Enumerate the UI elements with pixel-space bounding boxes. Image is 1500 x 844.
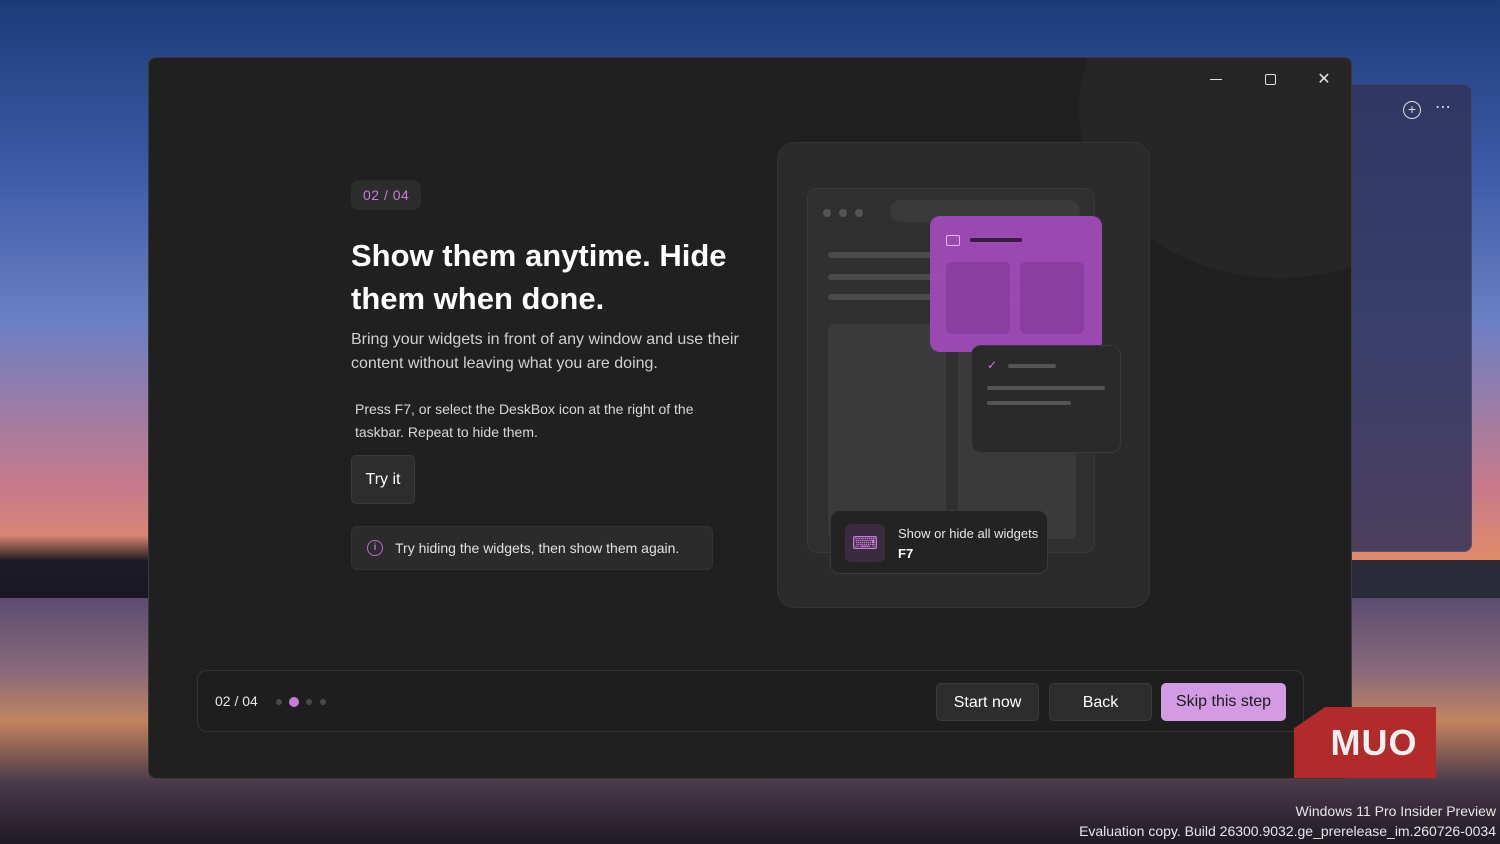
os-watermark: Windows 11 Pro Insider Preview Evaluatio… — [1079, 801, 1496, 841]
background-skyline-right — [1350, 560, 1500, 600]
more-icon[interactable]: ⋯ — [1435, 97, 1452, 117]
onboarding-window: ✕ 02 / 04 Show them anytime. Hide them w… — [148, 57, 1352, 779]
widget-tile — [1020, 262, 1084, 334]
background-skyline — [0, 535, 150, 600]
browser-dot — [855, 209, 863, 217]
info-text: Try hiding the widgets, then show them a… — [395, 540, 680, 556]
watermark-line-2: Evaluation copy. Build 26300.9032.ge_pre… — [1079, 823, 1496, 839]
browser-dot — [823, 209, 831, 217]
widget-line — [987, 386, 1105, 390]
muo-logo: MUO — [1294, 707, 1436, 778]
maximize-button[interactable] — [1247, 64, 1293, 96]
close-icon: ✕ — [1317, 71, 1331, 88]
minimize-icon — [1210, 79, 1222, 81]
folder-icon — [946, 235, 960, 246]
add-icon[interactable]: + — [1403, 101, 1421, 119]
widget-line — [1008, 364, 1056, 368]
shortcut-card: ⌨ Show or hide all widgets F7 — [830, 510, 1048, 574]
browser-content-block — [828, 324, 946, 539]
pager-dot[interactable] — [320, 699, 326, 705]
illustration-widget-purple — [930, 216, 1102, 352]
illustration: ✓ ⌨ Show or hide all widgets F7 — [777, 142, 1150, 608]
minimize-button[interactable] — [1193, 64, 1239, 96]
watermark-line-1: Windows 11 Pro Insider Preview — [1295, 803, 1496, 819]
widget-line — [987, 401, 1071, 405]
close-button[interactable]: ✕ — [1301, 64, 1347, 96]
keyboard-icon: ⌨ — [845, 524, 885, 562]
start-now-button[interactable]: Start now — [936, 683, 1039, 721]
check-icon: ✓ — [987, 358, 998, 372]
try-it-button[interactable]: Try it — [351, 455, 415, 504]
pager-dot-active[interactable] — [289, 697, 299, 707]
shortcut-label: Show or hide all widgets — [898, 526, 1038, 541]
maximize-icon — [1264, 74, 1276, 86]
widget-tile — [946, 262, 1010, 334]
page-title: Show them anytime. Hide them when done. — [351, 238, 727, 316]
browser-dot — [839, 209, 847, 217]
step-badge: 02 / 04 — [351, 180, 422, 210]
info-icon: i — [367, 540, 383, 556]
back-button[interactable]: Back — [1049, 683, 1152, 721]
skip-step-button[interactable]: Skip this step — [1161, 683, 1286, 721]
footer-bar: 02 / 04 Start now Back Skip this step — [197, 670, 1304, 732]
illustration-widget-dark: ✓ — [971, 345, 1121, 453]
shortcut-key: F7 — [898, 546, 914, 561]
pager-dot[interactable] — [276, 699, 282, 705]
description: Bring your widgets in front of any windo… — [351, 331, 739, 372]
instruction-text: Press F7, or select the DeskBox icon at … — [355, 401, 694, 440]
widget-title-line — [970, 238, 1022, 242]
step-counter: 02 / 04 — [215, 693, 258, 709]
pager-dot[interactable] — [306, 699, 312, 705]
info-bar: i Try hiding the widgets, then show them… — [351, 526, 713, 570]
